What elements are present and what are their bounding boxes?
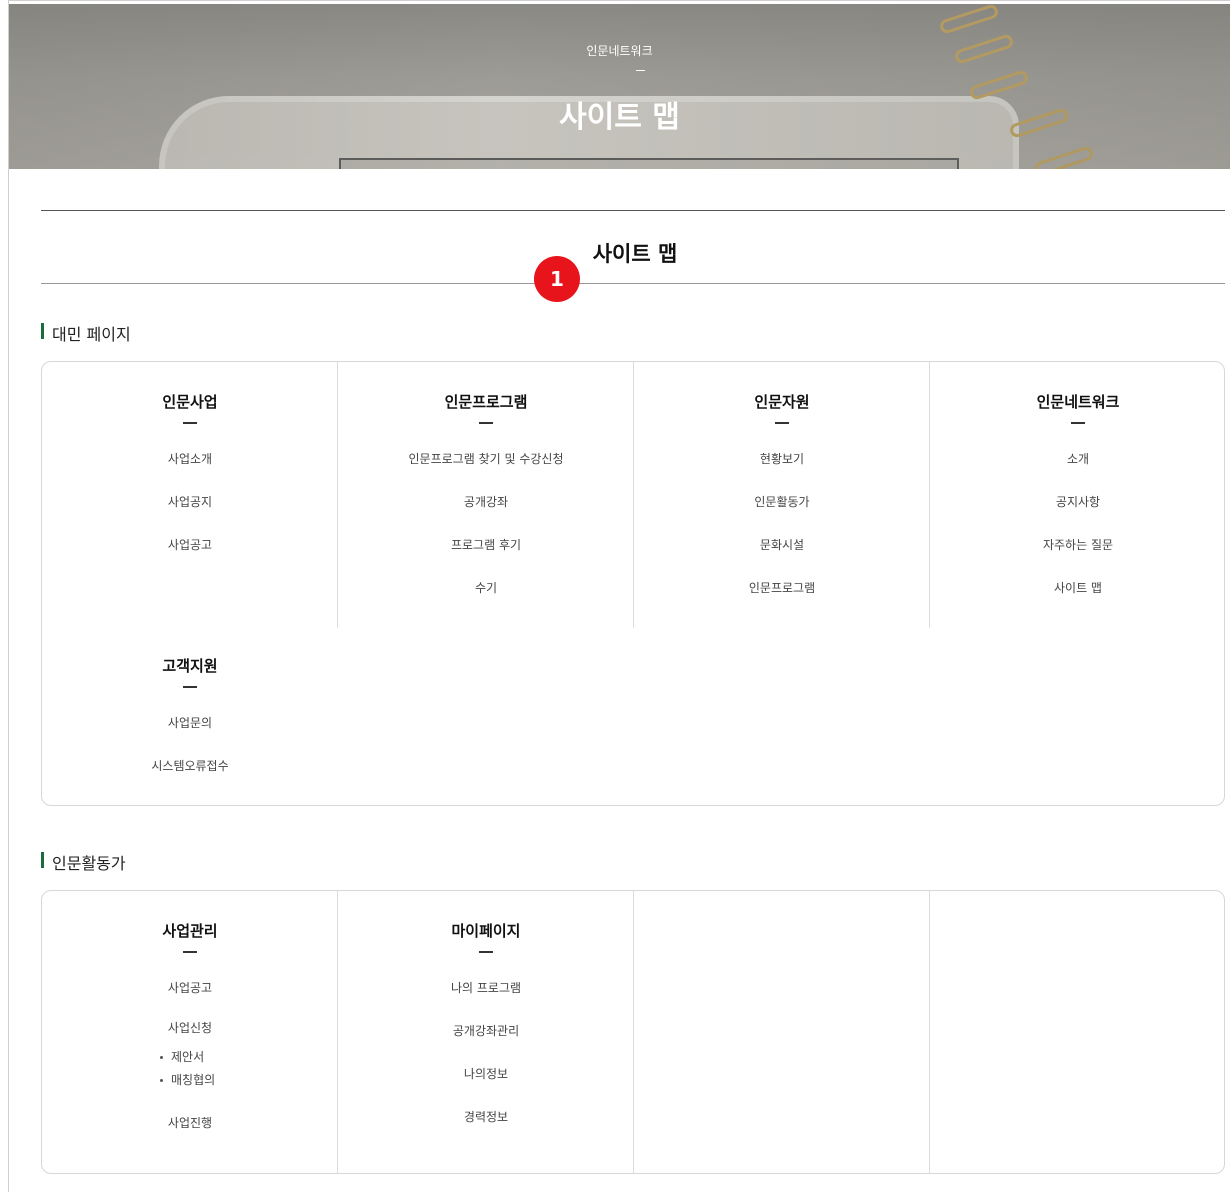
sitemap-column: 인문사업 사업소개 사업공지 사업공고: [42, 362, 338, 628]
column-title: 사업관리: [162, 922, 218, 940]
hero-subtitle: 인문네트워크: [586, 44, 653, 58]
hero-divider: [636, 70, 645, 71]
column-title: 인문자원: [754, 393, 810, 411]
sitemap-link[interactable]: 공개강좌: [338, 481, 634, 524]
sitemap-link[interactable]: 인문프로그램 찾기 및 수강신청: [338, 438, 634, 481]
section-heading: 대민 페이지: [41, 321, 131, 345]
sitemap-link[interactable]: 사이트 맵: [930, 567, 1226, 610]
sitemap-link[interactable]: 사업신청: [42, 1010, 338, 1046]
hero-banner: 인문네트워크 사이트 맵: [9, 4, 1230, 169]
sitemap-link[interactable]: 사업공지: [42, 481, 338, 524]
sitemap-link[interactable]: 사업문의: [42, 702, 338, 745]
sitemap-column: 인문자원 현황보기 인문활동가 문화시설 인문프로그램: [634, 362, 930, 628]
sitemap-sublink[interactable]: 매칭협의: [42, 1069, 338, 1092]
sitemap-link[interactable]: 나의정보: [338, 1053, 634, 1096]
sitemap-link[interactable]: 소개: [930, 438, 1226, 481]
column-title: 고객지원: [162, 657, 218, 675]
sitemap-link[interactable]: 공개강좌관리: [338, 1010, 634, 1053]
sitemap-link[interactable]: 사업진행: [42, 1092, 338, 1146]
sitemap-column: 사업관리 사업공고 사업신청 제안서 매칭협의 사업진행: [42, 891, 338, 1173]
sitemap-link[interactable]: 수기: [338, 567, 634, 610]
sitemap-link[interactable]: 문화시설: [634, 524, 930, 567]
sitemap-link[interactable]: 공지사항: [930, 481, 1226, 524]
sitemap-link[interactable]: 경력정보: [338, 1096, 634, 1139]
sitemap-box-activist: 사업관리 사업공고 사업신청 제안서 매칭협의 사업진행 마이페이지 나의 프로…: [41, 890, 1225, 1174]
sitemap-link[interactable]: 자주하는 질문: [930, 524, 1226, 567]
sitemap-column-empty: [634, 891, 930, 1173]
sitemap-link[interactable]: 인문활동가: [634, 481, 930, 524]
title-rule-top: [41, 210, 1225, 211]
sitemap-link[interactable]: 사업공고: [42, 524, 338, 567]
page-title: 사이트 맵: [592, 242, 678, 266]
sitemap-link[interactable]: 현황보기: [634, 438, 930, 481]
sitemap-link[interactable]: 나의 프로그램: [338, 967, 634, 1010]
column-title: 인문사업: [162, 393, 218, 411]
sitemap-link[interactable]: 사업공고: [42, 967, 338, 1010]
sitemap-column: 인문네트워크 소개 공지사항 자주하는 질문 사이트 맵: [930, 362, 1226, 628]
section-heading: 인문활동가: [41, 850, 126, 874]
sitemap-link[interactable]: 시스템오류접수: [42, 745, 338, 788]
sitemap-link[interactable]: 인문프로그램: [634, 567, 930, 610]
title-rule-bottom: [41, 283, 1225, 284]
hero-title: 사이트 맵: [559, 100, 680, 135]
sitemap-box-public: 인문사업 사업소개 사업공지 사업공고 인문프로그램 인문프로그램 찾기 및 수…: [41, 361, 1225, 806]
sitemap-column-empty: [930, 891, 1226, 1173]
sitemap-link[interactable]: 프로그램 후기: [338, 524, 634, 567]
sitemap-column: 고객지원 사업문의 시스템오류접수: [42, 626, 338, 788]
column-title: 인문프로그램: [444, 393, 528, 411]
sitemap-column: 마이페이지 나의 프로그램 공개강좌관리 나의정보 경력정보: [338, 891, 634, 1173]
sitemap-column: 인문프로그램 인문프로그램 찾기 및 수강신청 공개강좌 프로그램 후기 수기: [338, 362, 634, 628]
column-title: 마이페이지: [451, 922, 521, 940]
annotation-badge: 1: [534, 256, 580, 302]
column-title: 인문네트워크: [1036, 393, 1120, 411]
sitemap-link[interactable]: 사업소개: [42, 438, 338, 481]
sitemap-sublink[interactable]: 제안서: [42, 1046, 338, 1069]
